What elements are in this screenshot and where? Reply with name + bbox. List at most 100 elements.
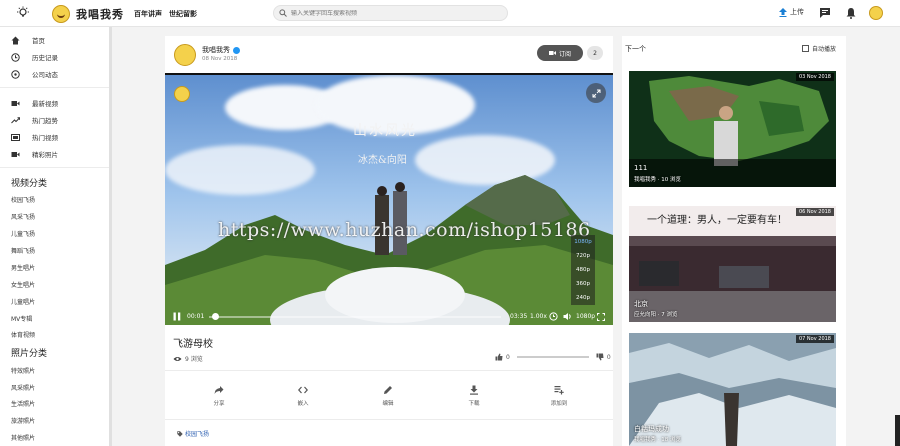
video-category-heading: 视频分类 — [11, 179, 48, 189]
sidebar-item-photos[interactable]: 精彩照片 — [11, 149, 58, 159]
share-button[interactable]: 分享 — [199, 385, 239, 407]
action-label: 添加到 — [550, 401, 568, 407]
video-category-item[interactable]: 舞蹈飞扬 — [11, 246, 35, 255]
quality-toggle[interactable]: 1080p — [576, 313, 595, 320]
video-category-item[interactable]: 儿童飞扬 — [11, 229, 35, 238]
sidebar-item-hot[interactable]: 热门视频 — [11, 132, 58, 142]
thumb-title: 白钴玛成功 — [634, 425, 669, 433]
rating-row: 0 0 — [495, 353, 611, 361]
video-category-item[interactable]: 男生唱片 — [11, 263, 35, 272]
sidebar-item-trending[interactable]: 热门趋势 — [11, 115, 58, 125]
sidebar-item-home[interactable]: 首页 — [11, 35, 45, 45]
quality-option[interactable]: 360p — [571, 277, 595, 291]
sidebar: 首页 历史记录 公司动态 最新视频 热门趋势 热门视频 精彩照片 视频分类 校园… — [0, 27, 112, 446]
thumb-meta: 我唱我秀 · 18 浏览 — [634, 437, 681, 443]
verified-icon — [233, 46, 240, 54]
pause-icon[interactable] — [173, 312, 181, 321]
upload-button[interactable]: 上传 — [779, 7, 804, 17]
sidebar-item-news[interactable]: 公司动态 — [11, 69, 58, 79]
messages-icon[interactable] — [819, 7, 831, 19]
code-icon — [298, 386, 308, 394]
up-next-item[interactable]: 07 Nov 2018 白钴玛成功 我唱我秀 · 18 浏览 — [629, 333, 836, 446]
fullscreen-icon[interactable] — [597, 313, 605, 321]
video-category-item[interactable]: MV专辑 — [11, 314, 32, 323]
volume-icon[interactable] — [563, 312, 572, 321]
sidebar-item-label: 公司动态 — [32, 71, 58, 79]
like-count: 0 — [506, 353, 510, 361]
thumb-meta: 应允向阳 · 7 浏览 — [634, 312, 678, 318]
add-to-button[interactable]: 添加到 — [539, 385, 579, 407]
sidebar-item-latest[interactable]: 最新视频 — [11, 98, 58, 108]
sidebar-scrollbar[interactable] — [109, 27, 112, 446]
like-ratio-bar — [516, 356, 589, 358]
photo-category-item[interactable]: 旅游照片 — [11, 416, 35, 425]
eye-icon — [173, 356, 182, 361]
embed-button[interactable]: 嵌入 — [283, 385, 323, 407]
video-date: 03 Nov 2018 — [795, 73, 834, 81]
duration: 03:35 — [510, 313, 528, 320]
video-category-item[interactable]: 校园飞扬 — [11, 195, 35, 204]
up-next-panel: 下一个 自动播放 03 Nov 2018 111 我唱我秀 · 10 浏览 06… — [622, 36, 846, 446]
sidebar-divider — [0, 87, 111, 88]
current-time: 00:01 — [187, 313, 205, 320]
expand-button[interactable] — [586, 83, 606, 103]
video-category-item[interactable]: 女生唱片 — [11, 280, 35, 289]
camera-icon — [548, 51, 556, 55]
quality-option[interactable]: 240p — [571, 291, 595, 305]
video-category-item[interactable]: 体育视频 — [11, 330, 35, 339]
thumbs-down-icon[interactable] — [596, 353, 604, 361]
video-category-item[interactable]: 风采飞扬 — [11, 212, 35, 221]
subscribe-button[interactable]: 订阅 — [537, 45, 583, 61]
dislike-count: 0 — [606, 353, 611, 361]
autoplay-toggle[interactable]: 自动播放 — [802, 44, 836, 53]
view-count-row: 9 浏览 — [173, 354, 203, 363]
search-input[interactable] — [291, 9, 491, 17]
video-date: 06 Nov 2018 — [795, 208, 834, 216]
video-tag[interactable]: 校园飞扬 — [177, 429, 209, 438]
video-player[interactable]: 山水风光 冰杰&向阳 https://www.huzhan.com/ishop1… — [165, 73, 613, 325]
quality-option[interactable]: 720p — [571, 249, 595, 263]
hot-video-icon — [11, 133, 20, 141]
photo-category-item[interactable]: 生活照片 — [11, 399, 35, 408]
download-icon — [470, 385, 478, 395]
home-icon — [11, 36, 20, 44]
video-title: 飞游母校 — [173, 339, 213, 350]
photo-icon — [11, 151, 20, 157]
sidebar-item-label: 热门趋势 — [32, 117, 58, 125]
edit-button[interactable]: 编辑 — [368, 385, 408, 407]
search-bar[interactable] — [273, 5, 508, 21]
up-next-item[interactable]: 03 Nov 2018 111 我唱我秀 · 10 浏览 — [629, 71, 836, 187]
autoplay-label: 自动播放 — [812, 46, 837, 53]
page-scrollbar-thumb[interactable] — [895, 415, 900, 446]
quality-option[interactable]: 480p — [571, 263, 595, 277]
video-category-item[interactable]: 儿童唱片 — [11, 297, 35, 306]
share-icon — [214, 386, 224, 394]
channel-avatar[interactable] — [174, 44, 196, 66]
tag-label: 校园飞扬 — [185, 431, 210, 438]
quality-option[interactable]: 1080p — [571, 235, 595, 249]
up-next-item[interactable]: 06 Nov 2018 一个道理：男人，一定要有车！ 北京 应允向阳 · 7 浏… — [629, 206, 836, 322]
photo-category-item[interactable]: 风采照片 — [11, 383, 35, 392]
action-label: 编辑 — [382, 401, 394, 407]
seek-bar[interactable] — [209, 313, 501, 320]
bell-icon[interactable] — [845, 7, 857, 19]
pencil-icon — [384, 386, 392, 394]
sidebar-item-label: 最新视频 — [32, 100, 58, 108]
playback-speed[interactable]: 1.00x — [530, 313, 547, 320]
trending-icon — [11, 116, 20, 123]
lightbulb-icon[interactable] — [16, 6, 30, 20]
news-icon — [11, 69, 20, 79]
subscribe-label: 订阅 — [558, 50, 571, 58]
subscriber-count: 2 — [587, 46, 603, 60]
thumbs-up-icon[interactable] — [495, 353, 503, 361]
photo-category-item[interactable]: 其他照片 — [11, 433, 35, 442]
loop-icon[interactable] — [549, 312, 558, 321]
sidebar-item-history[interactable]: 历史记录 — [11, 52, 58, 62]
download-button[interactable]: 下载 — [454, 385, 494, 407]
seek-handle[interactable] — [211, 313, 219, 320]
user-avatar[interactable] — [869, 6, 883, 20]
photo-category-item[interactable]: 特效照片 — [11, 366, 35, 375]
channel-name-row[interactable]: 我唱我秀 — [202, 45, 240, 55]
site-logo[interactable]: 我唱我秀 百年讲声 世纪留影 — [52, 4, 197, 24]
autoplay-checkbox[interactable] — [802, 45, 809, 52]
